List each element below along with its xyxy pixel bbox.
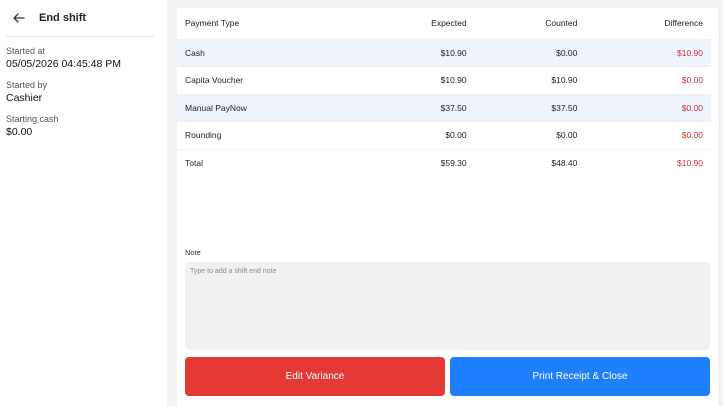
payment-type-cell: Capita Voucher <box>177 66 357 94</box>
started-at-label: Started at <box>6 46 46 56</box>
starting-cash-label: Starting cash <box>6 114 59 124</box>
print-receipt-close-button[interactable]: Print Receipt & Close <box>450 357 710 396</box>
started-by-value: Cashier <box>6 92 43 104</box>
header-payment-type: Payment Type <box>185 18 240 29</box>
started-at-value: 05/05/2026 04:45:48 PM <box>6 58 122 70</box>
counted-cell: $37.50 <box>474 93 586 122</box>
shift-sidebar: End shift Started at 05/05/2026 04:45:48… <box>0 0 167 406</box>
page-title: End shift <box>39 12 87 24</box>
table-row: Capita Voucher $10.90 $10.90 $0.00 <box>177 66 711 94</box>
expected-cell: $0.00 <box>356 121 475 149</box>
difference-cell: $0.00 <box>585 93 711 122</box>
payment-type-cell: Rounding <box>177 121 357 149</box>
expected-cell: $10.90 <box>356 38 475 67</box>
difference-cell: $0.00 <box>585 121 711 149</box>
table-total-row: Total $59.30 $48.40 $10.90 <box>177 148 711 177</box>
table-row: Rounding $0.00 $0.00 $0.00 <box>177 121 711 149</box>
starting-cash-value: $0.00 <box>6 126 33 138</box>
started-by-field: Started by Cashier <box>6 79 161 105</box>
expected-cell: $10.90 <box>356 66 475 94</box>
payment-type-cell: Cash <box>177 38 357 67</box>
payment-type-cell: Manual PayNow <box>177 93 357 122</box>
starting-cash-field: Starting cash $0.00 <box>6 113 161 139</box>
table-row: Cash $10.90 $0.00 $10.90 <box>177 38 711 67</box>
header-expected: Expected <box>431 18 467 29</box>
counted-cell: $48.40 <box>474 148 586 177</box>
expected-cell: $59.30 <box>356 148 475 177</box>
header-difference: Difference <box>664 18 703 29</box>
shift-note-input[interactable] <box>185 262 710 350</box>
arrow-left-icon[interactable] <box>9 8 29 28</box>
counted-cell: $0.00 <box>474 38 586 67</box>
table-row: Manual PayNow $37.50 $37.50 $0.00 <box>177 93 711 122</box>
difference-cell: $0.00 <box>585 66 711 94</box>
difference-cell: $10.90 <box>585 38 711 67</box>
header-counted: Counted <box>545 18 578 29</box>
edit-variance-button[interactable]: Edit Variance <box>185 357 445 396</box>
table-header-row: Payment Type Expected Counted Difference <box>177 8 711 39</box>
difference-cell: $10.90 <box>585 148 711 177</box>
sidebar-header: End shift <box>6 0 154 37</box>
expected-cell: $37.50 <box>356 93 475 122</box>
started-at-field: Started at 05/05/2026 04:45:48 PM <box>6 45 161 71</box>
started-by-label: Started by <box>6 80 48 90</box>
shift-summary-panel: Payment Type Expected Counted Difference… <box>177 8 718 406</box>
payment-type-cell: Total <box>177 148 357 177</box>
counted-cell: $10.90 <box>474 66 586 94</box>
counted-cell: $0.00 <box>474 121 586 149</box>
note-label: Note <box>185 248 201 257</box>
payment-table: Payment Type Expected Counted Difference… <box>177 8 711 177</box>
